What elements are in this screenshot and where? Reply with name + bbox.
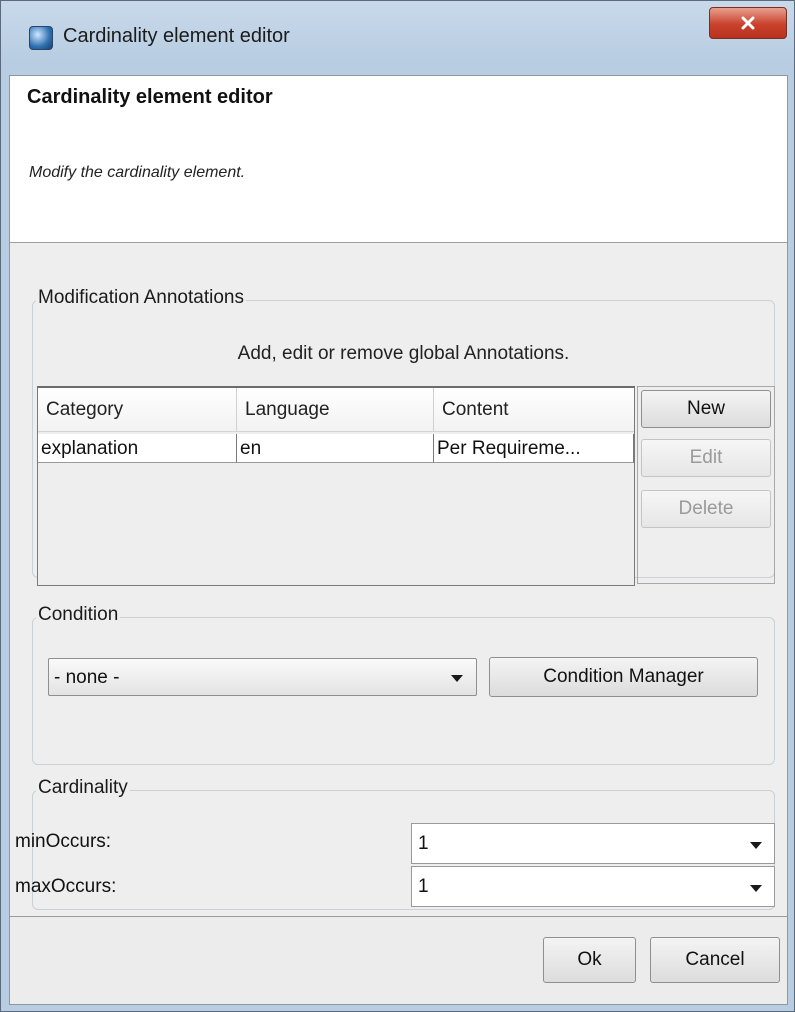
window-title: Cardinality element editor (63, 25, 290, 47)
max-occurs-label: maxOccurs: (15, 876, 117, 897)
new-button[interactable]: New (641, 390, 771, 428)
close-icon (741, 16, 755, 30)
dialog-window: Cardinality element editor Cardinality e… (0, 0, 795, 1012)
close-button[interactable] (709, 7, 787, 39)
title-bar[interactable]: Cardinality element editor (1, 1, 794, 75)
column-header-category[interactable]: Category (38, 388, 237, 432)
table-cell-category[interactable]: explanation (38, 434, 237, 463)
cardinality-group: Cardinality minOccurs: 1 maxOccurs: 1 (15, 777, 775, 910)
cardinality-legend: Cardinality (36, 777, 130, 799)
dialog-header: Cardinality element editor Modify the ca… (10, 76, 787, 243)
max-occurs-select[interactable]: 1 (411, 866, 775, 907)
column-header-content[interactable]: Content (434, 388, 634, 432)
edit-button[interactable]: Edit (641, 439, 771, 477)
header-description: Modify the cardinality element. (29, 164, 246, 181)
max-occurs-value: 1 (418, 876, 429, 897)
condition-group: Condition - none - Condition Manager (32, 604, 775, 765)
dialog-client-area: Cardinality element editor Modify the ca… (9, 75, 788, 1005)
min-occurs-value: 1 (418, 833, 429, 854)
chevron-down-icon (750, 885, 762, 892)
header-title: Cardinality element editor (27, 86, 273, 108)
column-header-language[interactable]: Language (237, 388, 434, 432)
chevron-down-icon (750, 842, 762, 849)
annotations-legend: Modification Annotations (36, 287, 246, 309)
globe-icon (29, 26, 53, 50)
annotations-hint: Add, edit or remove global Annotations. (237, 343, 570, 364)
chevron-down-icon (451, 675, 463, 682)
condition-select-value: - none - (54, 667, 120, 688)
condition-legend: Condition (36, 604, 121, 626)
min-occurs-label: minOccurs: (15, 831, 112, 852)
min-occurs-select[interactable]: 1 (411, 823, 775, 864)
cancel-button[interactable]: Cancel (650, 937, 780, 983)
annotations-group: Modification Annotations Add, edit or re… (32, 287, 775, 586)
table-cell-language[interactable]: en (237, 434, 434, 463)
annotations-table[interactable]: Category Language Content explanation en… (37, 386, 635, 586)
delete-button[interactable]: Delete (641, 490, 771, 528)
annotation-buttons: New Edit Delete (637, 386, 775, 584)
ok-button[interactable]: Ok (543, 937, 636, 983)
dialog-footer: Ok Cancel (10, 917, 787, 1004)
condition-select[interactable]: - none - (48, 658, 477, 696)
table-cell-content[interactable]: Per Requireme... (434, 434, 634, 463)
condition-manager-button[interactable]: Condition Manager (489, 657, 758, 697)
